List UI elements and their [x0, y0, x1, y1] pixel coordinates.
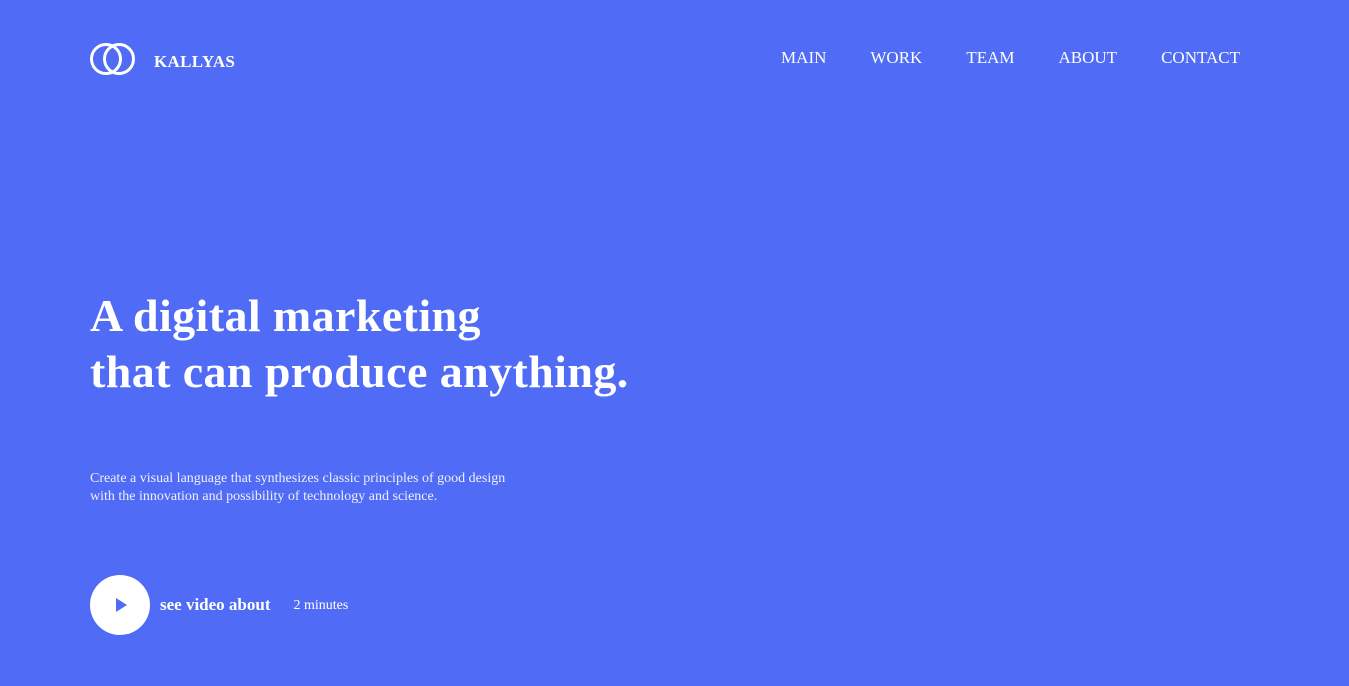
video-label[interactable]: see video about	[160, 595, 271, 615]
hero-subtitle: Create a visual language that synthesize…	[90, 470, 505, 506]
hero-title-line2: that can produce anything.	[90, 346, 629, 397]
main-nav: MAIN WORK TEAM ABOUT CONTACT	[781, 49, 1240, 66]
brand-logo[interactable]: KALLYAS	[90, 40, 235, 78]
hero-title-line1: A digital marketing	[90, 290, 481, 341]
hero-subtitle-line1: Create a visual language that synthesize…	[90, 471, 506, 486]
video-duration: 2 minutes	[293, 598, 349, 613]
brand-name: KALLYAS	[154, 51, 236, 71]
hero-subtitle-line2: with the innovation and possibility of t…	[90, 489, 438, 504]
nav-item-contact[interactable]: CONTACT	[1161, 49, 1240, 66]
nav-item-about[interactable]: ABOUT	[1059, 49, 1118, 66]
video-cta: see video about 2 minutes	[90, 575, 348, 635]
play-icon	[116, 598, 127, 612]
nav-item-team[interactable]: TEAM	[966, 49, 1014, 66]
nav-item-main[interactable]: MAIN	[781, 49, 826, 66]
nav-item-work[interactable]: WORK	[870, 49, 922, 66]
play-video-button[interactable]	[90, 575, 150, 635]
site-header: KALLYAS MAIN WORK TEAM ABOUT CONTACT	[90, 40, 1240, 78]
hero-title: A digital marketing that can produce any…	[90, 288, 629, 400]
double-ring-logo-icon	[90, 43, 135, 75]
